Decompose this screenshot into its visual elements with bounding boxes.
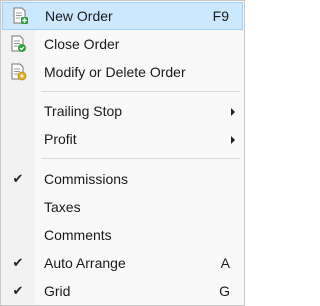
menu-item-comments[interactable]: Comments <box>1 221 244 249</box>
menu-item-commissions[interactable]: ✔ Commissions <box>1 165 244 193</box>
shortcut-label: G <box>219 283 230 299</box>
shortcut-label: A <box>220 255 230 271</box>
modify-order-icon <box>1 58 35 86</box>
menu-item-profit[interactable]: Profit <box>1 125 244 153</box>
menu-item-trailing-stop[interactable]: Trailing Stop <box>1 97 244 125</box>
context-menu: New Order F9 Close Order Modify or Delet… <box>0 0 245 306</box>
menu-item-label: Modify or Delete Order <box>44 64 186 80</box>
menu-item-close-order[interactable]: Close Order <box>1 30 244 58</box>
menu-item-label: Commissions <box>44 171 129 187</box>
checkmark-glyph: ✔ <box>12 171 24 187</box>
icon-spacer <box>1 193 35 221</box>
submenu-arrow-icon <box>231 136 235 144</box>
menu-separator <box>41 158 240 159</box>
menu-item-new-order[interactable]: New Order F9 <box>2 2 243 30</box>
checkmark-glyph: ✔ <box>12 255 24 271</box>
submenu-arrow-icon <box>231 108 235 116</box>
menu-item-label: Comments <box>44 227 112 243</box>
new-order-icon <box>3 2 37 30</box>
icon-spacer <box>1 125 35 153</box>
menu-item-grid[interactable]: ✔ Grid G <box>1 277 244 305</box>
icon-spacer <box>1 221 35 249</box>
close-order-icon <box>1 30 35 58</box>
checkmark-icon: ✔ <box>1 249 35 277</box>
menu-item-auto-arrange[interactable]: ✔ Auto Arrange A <box>1 249 244 277</box>
menu-item-label: Profit <box>44 131 77 147</box>
menu-item-label: Close Order <box>44 36 120 52</box>
menu-item-label: New Order <box>45 8 113 24</box>
menu-item-label: Auto Arrange <box>44 255 126 271</box>
icon-spacer <box>1 97 35 125</box>
menu-item-label: Taxes <box>44 199 81 215</box>
menu-separator <box>41 91 240 92</box>
menu-item-label: Trailing Stop <box>44 103 123 119</box>
shortcut-label: F9 <box>212 8 229 24</box>
checkmark-icon: ✔ <box>1 277 35 305</box>
menu-item-taxes[interactable]: Taxes <box>1 193 244 221</box>
checkmark-icon: ✔ <box>1 165 35 193</box>
checkmark-glyph: ✔ <box>12 283 24 299</box>
menu-item-modify-order[interactable]: Modify or Delete Order <box>1 58 244 86</box>
menu-item-label: Grid <box>44 283 71 299</box>
